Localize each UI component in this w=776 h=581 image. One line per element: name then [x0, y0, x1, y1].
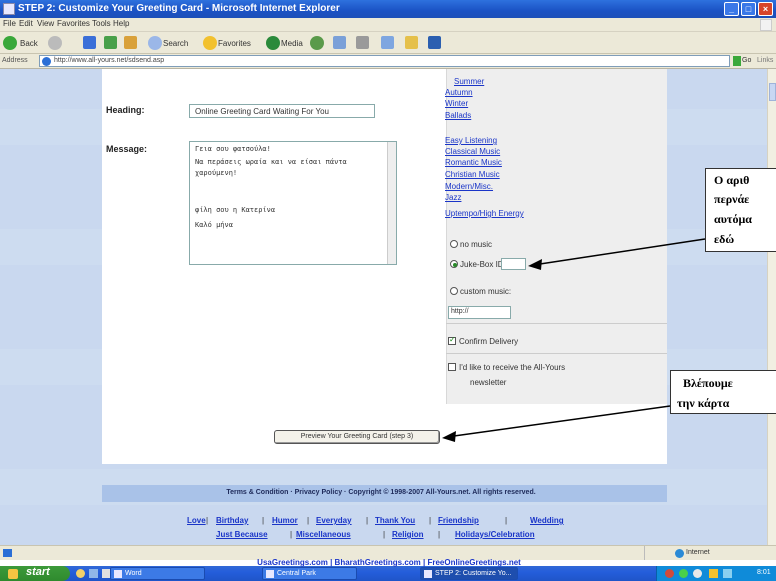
copyright-text: Terms & Condition · Privacy Policy · Cop… — [226, 489, 536, 496]
task-ie[interactable]: STEP 2: Customize Yo... — [420, 567, 518, 580]
footer-link-thank-you[interactable]: Thank You — [375, 516, 415, 525]
divider — [644, 546, 645, 560]
footer-link-holidays[interactable]: Holidays/Celebration — [455, 530, 535, 539]
task-central-park[interactable]: Central Park — [262, 567, 357, 580]
zone-label: Internet — [686, 549, 710, 556]
separator: | — [366, 516, 369, 525]
separator: | — [438, 530, 441, 539]
task-label: STEP 2: Customize Yo... — [435, 570, 512, 577]
start-button[interactable]: start — [0, 566, 70, 581]
footer-link-friendship[interactable]: Friendship — [438, 516, 479, 525]
start-label: start — [26, 566, 50, 578]
separator: | — [383, 530, 386, 539]
separator: | — [307, 516, 310, 525]
footer-link-miscellaneous[interactable]: Miscellaneous — [296, 530, 351, 539]
arrow-to-jukebox — [539, 238, 706, 265]
clock[interactable]: 8:01 — [757, 569, 771, 576]
taskbar: start Word Central Park STEP 2: Customiz… — [0, 566, 776, 581]
footer-link-just-because[interactable]: Just Because — [216, 530, 268, 539]
footer-link-wedding[interactable]: Wedding — [530, 516, 564, 525]
partner-links[interactable]: UsaGreetings.com | BharathGreetings.com … — [257, 558, 521, 567]
internet-zone-icon — [675, 549, 684, 558]
separator: | — [290, 530, 293, 539]
system-tray: 8:01 — [656, 566, 776, 581]
footer-bar: Terms & Condition · Privacy Policy · Cop… — [102, 485, 667, 502]
separator: | — [429, 516, 432, 525]
task-word[interactable]: Word — [110, 567, 205, 580]
quicklaunch-desktop-icon[interactable] — [89, 569, 98, 578]
arrow-to-preview — [453, 405, 671, 437]
window-icon — [266, 570, 274, 578]
task-label: Central Park — [277, 570, 316, 577]
tray-icon[interactable] — [693, 569, 702, 578]
footer-link-humor[interactable]: Humor — [272, 516, 298, 525]
footer-link-everyday[interactable]: Everyday — [316, 516, 352, 525]
separator: | — [262, 516, 265, 525]
tray-icon[interactable] — [709, 569, 718, 578]
page-status-icon — [3, 549, 12, 557]
separator: | — [206, 516, 209, 525]
tray-icon[interactable] — [679, 569, 688, 578]
separator: | — [505, 516, 508, 525]
arrow-head — [442, 431, 456, 442]
tray-icon[interactable] — [723, 569, 732, 578]
task-label: Word — [125, 570, 142, 577]
tray-icon[interactable] — [665, 569, 674, 578]
ie-icon — [424, 570, 432, 578]
footer-link-religion[interactable]: Religion — [392, 530, 424, 539]
arrow-head — [528, 259, 542, 270]
footer-link-birthday[interactable]: Birthday — [216, 516, 248, 525]
quicklaunch-ie-icon[interactable] — [76, 569, 85, 578]
windows-logo-icon — [8, 569, 18, 579]
footer-link-love[interactable]: Love — [187, 516, 206, 525]
word-icon — [114, 570, 122, 578]
